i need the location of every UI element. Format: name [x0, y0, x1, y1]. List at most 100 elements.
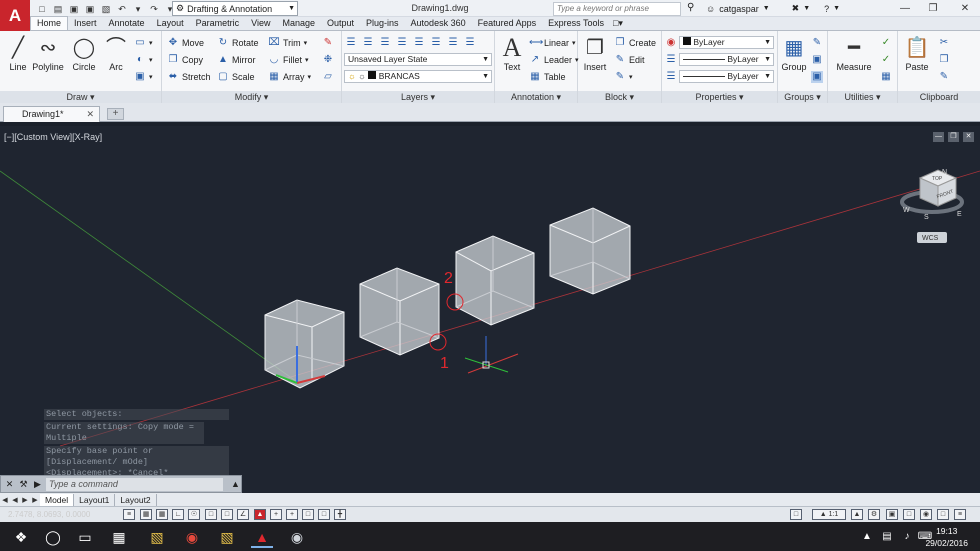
plot-icon[interactable]: ▧	[100, 3, 112, 15]
insert-button[interactable]: ❐ Insert	[580, 34, 610, 76]
layer-freeze-icon[interactable]: ☰	[430, 37, 442, 49]
tab-insert[interactable]: Insert	[68, 17, 103, 30]
polar-tracking-icon[interactable]: ☉	[188, 509, 200, 520]
clean-screen-icon[interactable]: □	[937, 509, 949, 520]
dynamic-ucs-icon[interactable]: ▲	[254, 509, 266, 520]
grid-display-icon[interactable]: ▦	[156, 509, 168, 520]
cube-3[interactable]	[455, 235, 535, 326]
group-selection-button[interactable]: ▣	[811, 70, 823, 84]
measure-button[interactable]: ━ Measure	[832, 34, 876, 76]
attribute-button[interactable]: ✎ ▾	[614, 70, 633, 84]
edit-button[interactable]: ✎ Edit	[614, 53, 645, 67]
first-tab-icon[interactable]: ◀	[0, 496, 10, 504]
close-icon[interactable]: ✕	[86, 107, 94, 122]
match-button[interactable]: ✎	[938, 70, 950, 84]
3d-object-snap-icon[interactable]: □	[221, 509, 233, 520]
tab-manage[interactable]: Manage	[276, 17, 321, 30]
hatch-button[interactable]: ◐ ▾	[134, 53, 153, 67]
annotation-visibility-icon[interactable]: ▲	[851, 509, 863, 520]
dynamic-input-icon[interactable]: +	[270, 509, 282, 520]
trim-button[interactable]: ⌧ Trim ▾	[268, 36, 307, 50]
file-explorer-icon[interactable]: ▧	[146, 526, 168, 548]
mirror-button[interactable]: ▲ Mirror	[217, 53, 255, 67]
quick-select-button[interactable]: ✓	[880, 36, 892, 50]
tab-parametric[interactable]: Parametric	[190, 17, 246, 30]
block-panel-label[interactable]: Block ▾	[578, 91, 661, 103]
region-button[interactable]: ▣ ▾	[134, 70, 152, 84]
layer-match-icon[interactable]: ☰	[464, 37, 476, 49]
infer-constraints-icon[interactable]: ≡	[123, 509, 135, 520]
network-icon[interactable]: ▤	[876, 526, 898, 548]
rotate-button[interactable]: ↻ Rotate	[217, 36, 259, 50]
close-button[interactable]: ✕	[950, 0, 980, 17]
color-dropdown[interactable]: ByLayer ▼	[679, 36, 774, 49]
cut-button[interactable]: ✂	[938, 36, 950, 50]
viewport-minimize-icon[interactable]: —	[933, 132, 944, 142]
group-button[interactable]: ▦ Group	[779, 34, 809, 76]
text-button[interactable]: A Text	[497, 34, 527, 76]
offset-button[interactable]: ▱	[322, 70, 334, 84]
windows-store-icon[interactable]: ▦	[108, 526, 130, 548]
redo-icon[interactable]: ↷	[148, 3, 160, 15]
layer-state-dropdown[interactable]: Unsaved Layer State ▼	[344, 53, 492, 66]
calculator-button[interactable]: ▦	[880, 70, 892, 84]
circle-button[interactable]: ◯ Circle	[68, 34, 100, 76]
prev-tab-icon[interactable]: ◀	[10, 496, 20, 504]
properties-panel-label[interactable]: Properties ▾	[662, 91, 777, 103]
groups-panel-label[interactable]: Groups ▾	[778, 91, 827, 103]
layer-unisolate-icon[interactable]: ☰	[396, 37, 408, 49]
chevron-down-icon[interactable]: ▼	[803, 5, 810, 12]
tab-featured-apps[interactable]: Featured Apps	[472, 17, 543, 30]
count-button[interactable]: ✓	[880, 53, 892, 67]
tab-layout[interactable]: Layout	[151, 17, 190, 30]
array-button[interactable]: ▦ Array ▾	[268, 70, 311, 84]
viewcube[interactable]: TOP FRONT W S E N WCS	[900, 169, 964, 243]
tab-layout1[interactable]: Layout1	[74, 493, 116, 506]
cube-2[interactable]	[359, 267, 440, 356]
application-menu-button[interactable]: A	[0, 0, 30, 31]
save-icon[interactable]: ▣	[68, 3, 80, 15]
start-button[interactable]: ❖	[10, 526, 32, 548]
table-button[interactable]: ▦ Table	[529, 70, 565, 84]
move-button[interactable]: ✥ Move	[167, 36, 204, 50]
tab-layout2[interactable]: Layout2	[115, 493, 157, 506]
selection-cycling-icon[interactable]: ╋	[334, 509, 346, 520]
save-as-icon[interactable]: ▣	[84, 3, 96, 15]
drawing-viewport[interactable]: 1 2 TOP FRONT W S E N WCS [−][Custom Vie…	[0, 126, 980, 493]
erase-button[interactable]: ✎	[322, 36, 334, 50]
arc-button[interactable]: ⌒ Arc	[100, 34, 132, 76]
undo-dropdown-icon[interactable]: ▾	[132, 3, 144, 15]
search-icon[interactable]: ◯	[42, 526, 64, 548]
modify-panel-label[interactable]: Modify ▾	[162, 91, 341, 103]
file-tab-drawing1[interactable]: Drawing1* ✕	[3, 106, 100, 122]
group-edit-button[interactable]: ▣	[811, 53, 823, 67]
username[interactable]: catgaspar	[719, 4, 759, 14]
tab-output[interactable]: Output	[321, 17, 360, 30]
last-tab-icon[interactable]: ▶	[30, 496, 40, 504]
chrome-icon[interactable]: ◉	[181, 526, 203, 548]
layer-lock-icon[interactable]: ☰	[447, 37, 459, 49]
autocad-taskbar-icon[interactable]: ▲	[251, 526, 273, 548]
close-icon[interactable]: ✕	[4, 479, 15, 490]
search-input[interactable]: Type a keyword or phrase	[553, 2, 681, 16]
chevron-down-icon[interactable]: ▼	[833, 5, 840, 12]
lock-ui-icon[interactable]: ▣	[886, 509, 898, 520]
workspace-switch-icon[interactable]: ⚙	[868, 509, 880, 520]
undo-icon[interactable]: ↶	[116, 3, 128, 15]
layer-isolate-icon[interactable]: ☰	[379, 37, 391, 49]
tab-annotate[interactable]: Annotate	[103, 17, 151, 30]
cube-4[interactable]	[549, 207, 631, 295]
layer-dropdown[interactable]: ☼ ☼ BRANCAS ▼	[344, 70, 492, 83]
workspace-dropdown[interactable]: ⚙ Drafting & Annotation ▼	[172, 1, 298, 16]
isolate-objects-icon[interactable]: ◉	[920, 509, 932, 520]
paste-button[interactable]: 📋 Paste	[902, 34, 932, 76]
model-space-icon[interactable]: □	[790, 509, 802, 520]
lineweight-toggle-icon[interactable]: +	[286, 509, 298, 520]
wrench-icon[interactable]: ⚒	[18, 479, 29, 490]
polyline-button[interactable]: ∾ Polyline	[30, 34, 66, 76]
tab-model[interactable]: Model	[40, 493, 75, 506]
command-input[interactable]: Type a command	[46, 477, 223, 491]
viewport-close-icon[interactable]: ✕	[963, 132, 974, 142]
clipboard-panel-label[interactable]: Clipboard	[898, 91, 980, 103]
layers-panel-label[interactable]: Layers ▾	[342, 91, 494, 103]
